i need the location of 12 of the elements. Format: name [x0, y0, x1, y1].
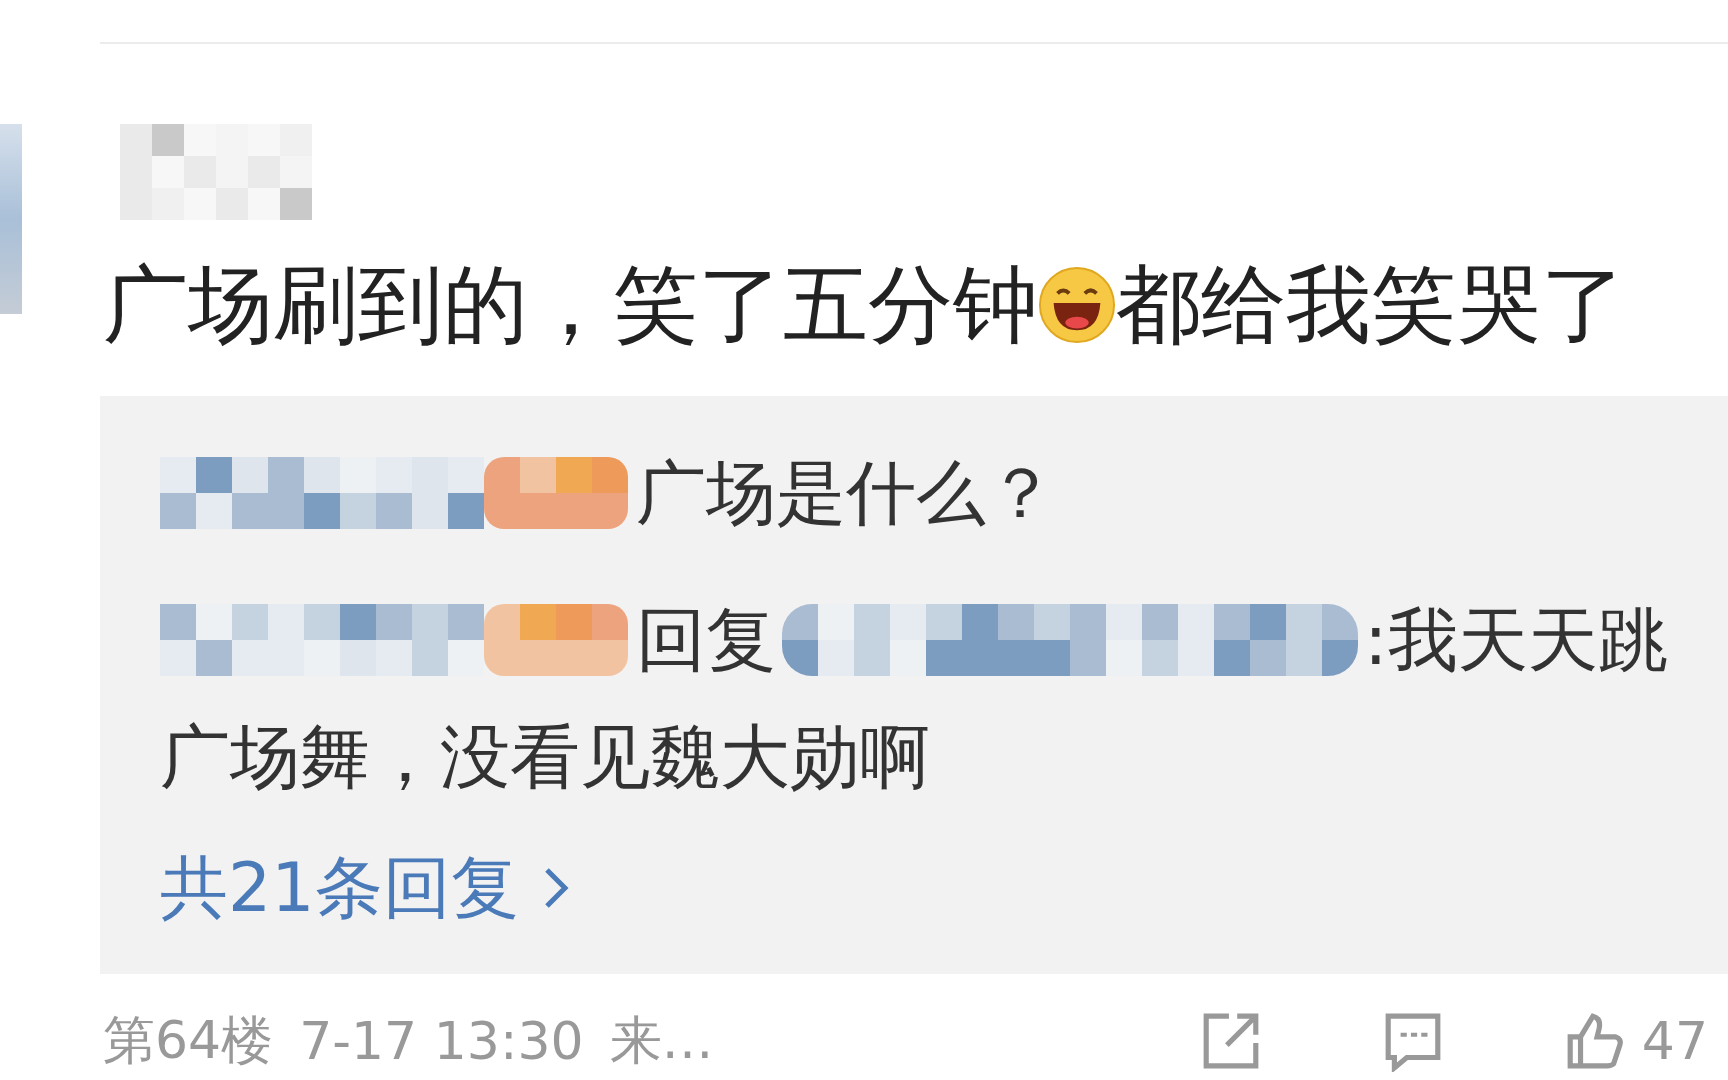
comment-text: 都给我笑哭了 — [1116, 254, 1626, 356]
more-replies-link[interactable]: 共21条回复 — [160, 842, 1700, 934]
reply-text: 广场是什么？ — [636, 450, 1056, 536]
floor-number: 第64楼 — [103, 1009, 274, 1072]
like-button[interactable]: 47 — [1563, 1010, 1708, 1072]
reply-text: :我天天跳 — [1364, 597, 1668, 683]
timestamp: 7-17 13:30 — [299, 1011, 584, 1071]
laughing-emoji-icon — [1038, 266, 1116, 344]
source-text: 来… — [609, 1009, 714, 1072]
comment-text: 广场刷到的，笑了五分钟 — [103, 254, 1038, 356]
reply-label: 回复 — [636, 597, 776, 683]
reply-text: 广场舞，没看见魏大勋啊 — [160, 714, 930, 800]
